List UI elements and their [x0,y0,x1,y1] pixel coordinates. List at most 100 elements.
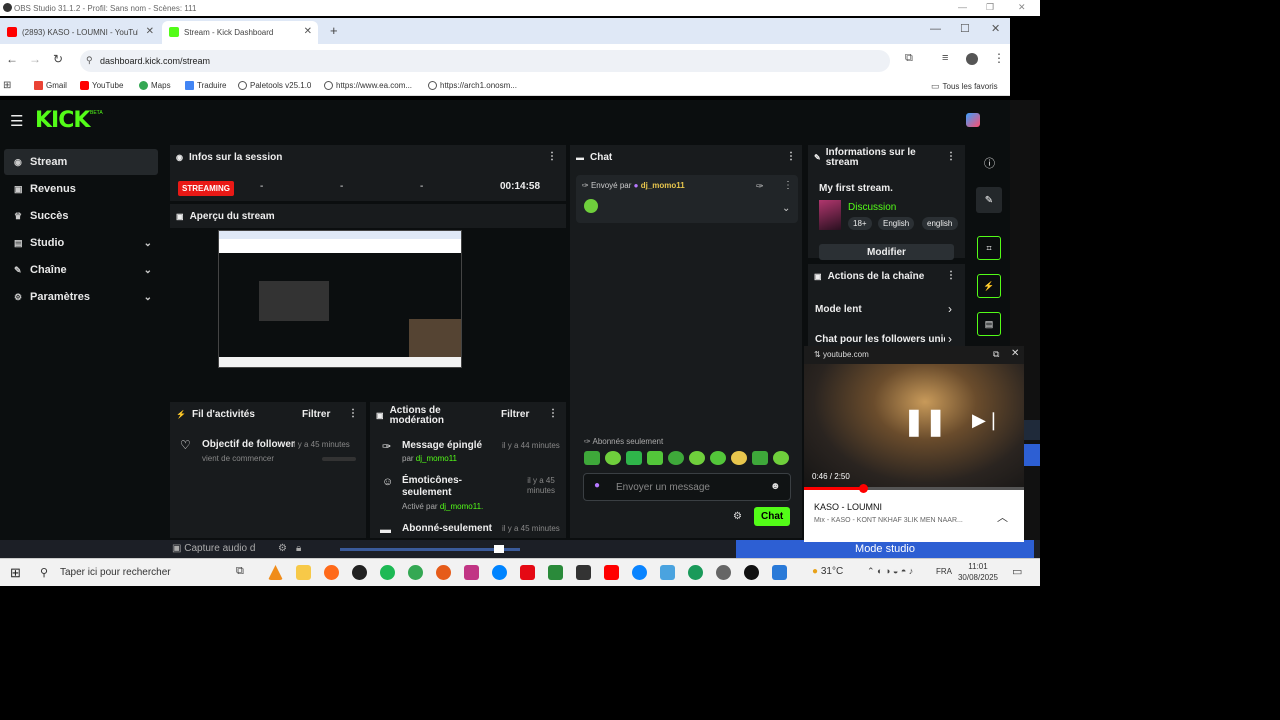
tab-kick[interactable]: Stream - Kick Dashboard ✕ [162,21,318,44]
youtube-icon[interactable] [604,565,619,580]
spotify-icon[interactable] [380,565,395,580]
app-icon[interactable] [548,565,563,580]
bolt-icon[interactable]: ⚡ [977,274,1001,298]
bookmark-gmail[interactable]: Gmail [34,81,67,90]
kick-logo[interactable]: KICK [35,108,90,133]
emote-icon[interactable] [584,451,600,465]
taskbar-search[interactable]: Taper ici pour rechercher [60,567,171,578]
activity-menu-icon[interactable]: ⋮ [348,408,358,419]
edit-icon[interactable]: ✎ [976,187,1002,213]
action-followers-only[interactable]: Chat pour les followers uniq › [808,332,965,346]
session-menu-icon[interactable]: ⋮ [547,151,557,162]
notification-icon[interactable]: ▭ [1012,565,1022,578]
emote-icon[interactable] [710,451,726,465]
sidebar-item-chaine[interactable]: ✎ Chaîne ⌄ [4,257,158,283]
weather-widget[interactable]: ● 31°C [812,566,843,577]
sidebar-item-stream[interactable]: ◉ Stream [4,149,158,175]
progress-knob[interactable] [859,484,869,493]
chat-settings-icon[interactable]: ⚙ [733,511,742,522]
search-icon[interactable]: ⚲ [40,566,48,579]
all-bookmarks[interactable]: ▭ Tous les favoris [931,81,998,92]
pinned-message[interactable]: ✑ Envoyé par ● dj_momo11 ✑ ⋮ ⌄ [576,175,798,223]
user-avatar[interactable] [966,113,980,127]
app-icon[interactable] [744,565,759,580]
chrome-menu-icon[interactable]: ⋮ [993,51,1005,65]
close-icon[interactable]: ✕ [1018,2,1026,13]
back-icon[interactable]: ← [6,52,18,66]
minimize-icon[interactable]: — [958,2,967,12]
language-indicator[interactable]: FRA [936,567,952,576]
close-icon[interactable]: ✕ [1011,348,1019,359]
stream-preview[interactable] [218,230,462,368]
apps-grid-icon[interactable]: ⊞ [3,80,11,91]
sidebar-item-revenus[interactable]: ▣ Revenus [4,176,158,202]
expand-icon[interactable]: ⧉ [993,349,999,360]
media-control-icon[interactable]: ≡ [942,52,948,64]
profile-avatar[interactable] [966,53,978,65]
tray-icons[interactable]: ⌃ ◐ ◑ ◒ ◓ ♪ [867,566,913,577]
tab-youtube[interactable]: (2893) KASO - LOUMNI - YouTube ✕ [0,21,160,44]
emote-icon[interactable] [752,451,768,465]
chat-input[interactable]: ● Envoyer un message ☻ [583,473,791,501]
app-icon[interactable] [576,565,591,580]
settings-icon[interactable]: ⚙ [278,543,287,554]
pin-icon[interactable]: ✑ [756,181,764,192]
chat-send-button[interactable]: Chat [754,507,791,526]
chat-menu-icon[interactable]: ⋮ [786,151,796,162]
note-icon[interactable]: ▤ [977,312,1001,336]
forward-icon[interactable]: → [29,52,41,66]
new-tab-button[interactable]: + [330,23,338,38]
tab-close-icon[interactable]: ✕ [304,26,312,37]
task-view-icon[interactable]: ⧉ [236,565,244,578]
chevron-down-icon[interactable]: ⌄ [782,203,790,214]
hamburger-menu-icon[interactable]: ☰ [10,112,23,130]
lock-icon[interactable]: 🔒︎ [296,543,301,554]
miniplayer-video[interactable]: ❚❚ ▶❘ 0:46 / 2:50 [804,364,1024,493]
stream-info-menu-icon[interactable]: ⋮ [946,151,956,162]
maximize-icon[interactable]: ❐ [986,2,994,13]
sidebar-item-succes[interactable]: ♛ Succès [4,203,158,229]
sidebar-item-parametres[interactable]: ⚙ Paramètres ⌄ [4,284,158,310]
bookmark-paletools[interactable]: Paletools v25.1.0 [238,81,311,90]
emote-icon[interactable] [626,451,642,465]
window-close-icon[interactable]: ✕ [991,22,1000,35]
next-track-icon[interactable]: ▶❘ [972,410,1001,431]
emote-icon[interactable] [773,451,789,465]
reload-icon[interactable]: ↻ [53,52,63,66]
edge-icon[interactable] [632,565,647,580]
window-maximize-icon[interactable]: ☐ [960,22,970,35]
sidebar-item-studio[interactable]: ▤ Studio ⌄ [4,230,158,256]
netflix-icon[interactable] [520,565,535,580]
emote-icon[interactable] [605,451,621,465]
vlc-icon[interactable] [268,565,283,580]
onedrive-icon[interactable] [660,565,675,580]
audio-slider-handle[interactable] [494,545,504,553]
modify-button[interactable]: Modifier [819,244,954,260]
tab-close-icon[interactable]: ✕ [146,26,154,37]
pause-icon[interactable]: ❚❚ [903,406,947,437]
window-minimize-icon[interactable]: — [930,23,941,35]
browser-icon[interactable] [436,565,451,580]
obs-icon[interactable] [352,565,367,580]
chevron-up-icon[interactable]: ︿ [997,509,1008,525]
bookmark-youtube[interactable]: YouTube [80,81,123,90]
moderation-filter-button[interactable]: Filtrer [501,409,529,420]
bookmark-ea[interactable]: https://www.ea.com... [324,81,412,90]
chrome-icon[interactable] [408,565,423,580]
bookmark-arch[interactable]: https://arch1.onosm... [428,81,517,90]
category-name[interactable]: Discussion [848,202,896,213]
channel-actions-menu-icon[interactable]: ⋮ [946,270,956,281]
clip-icon[interactable]: ⌗ [977,236,1001,260]
emote-icon[interactable] [668,451,684,465]
settings-icon[interactable] [716,565,731,580]
emote-icon[interactable] [731,451,747,465]
site-info-icon[interactable]: ⚲ [86,55,93,66]
emote-icon[interactable] [689,451,705,465]
clock[interactable]: 11:01 30/08/2025 [956,561,1000,583]
bookmark-translate[interactable]: Traduire [185,81,227,90]
url-bar[interactable]: ⚲ dashboard.kick.com/stream [80,50,890,72]
file-explorer-icon[interactable] [296,565,311,580]
emoji-picker-icon[interactable]: ☻ [770,481,781,492]
info-icon[interactable]: ⓘ [984,155,995,171]
windows-start-icon[interactable]: ⊞ [10,565,21,581]
